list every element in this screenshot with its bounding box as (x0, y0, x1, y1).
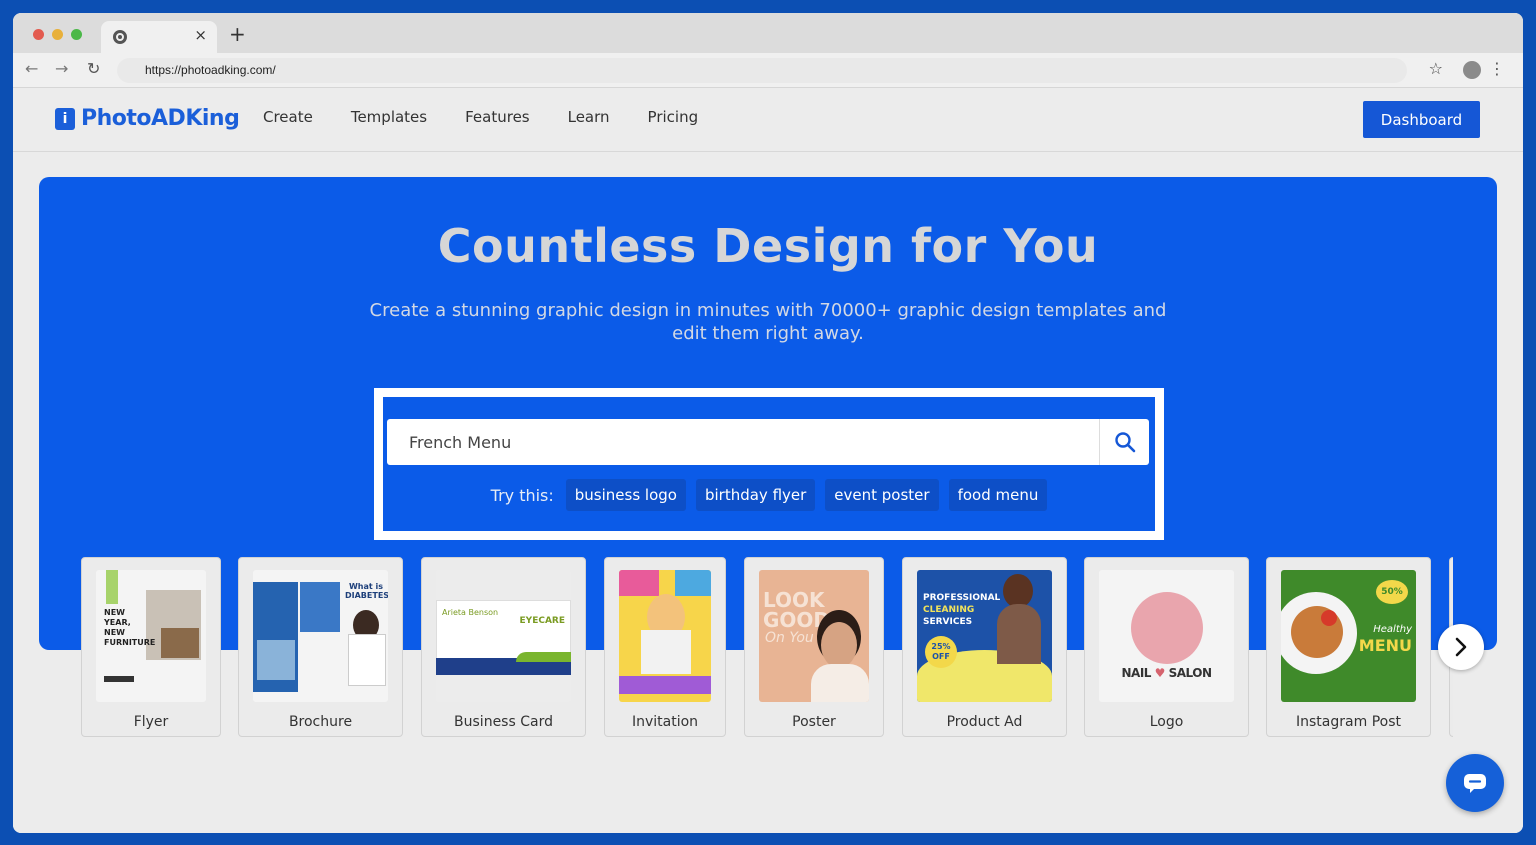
category-card-brochure[interactable]: What is DIABETES? Brochure (238, 557, 403, 737)
instagram-post-thumbnail: 50% Healthy MENU (1281, 570, 1416, 702)
category-label-brochure: Brochure (288, 714, 353, 730)
instagram-thumb-text-3: MENU (1358, 636, 1412, 655)
search-button[interactable] (1099, 419, 1149, 465)
chat-button[interactable] (1446, 754, 1504, 812)
chevron-right-icon (1455, 637, 1467, 657)
maximize-window-button[interactable] (71, 29, 82, 40)
product-ad-thumb-text-4: 25% (931, 642, 951, 651)
hero-subtitle: Create a stunning graphic design in minu… (369, 300, 1167, 344)
brochure-thumbnail: What is DIABETES? (253, 570, 388, 702)
category-card-invitation[interactable]: Invitation (604, 557, 726, 737)
flyer-thumb-text-2: YEAR, (104, 618, 131, 627)
chip-food-menu[interactable]: food menu (948, 479, 1048, 511)
flyer-thumb-text-4: FURNITURE (104, 638, 156, 647)
try-this-label: Try this: (490, 485, 554, 505)
main-nav: Create Templates Features Learn Pricing (263, 108, 698, 126)
chip-birthday-flyer[interactable]: birthday flyer (695, 479, 816, 511)
category-card-product-ad[interactable]: PROFESSIONAL CLEANING SERVICES 25% OFF P… (902, 557, 1067, 737)
profile-avatar-icon[interactable] (1463, 61, 1481, 79)
category-label-flyer: Flyer (133, 714, 169, 730)
browser-menu-icon[interactable]: ⋮ (1489, 59, 1505, 78)
category-card-instagram-post[interactable]: 50% Healthy MENU Instagram Post (1266, 557, 1431, 737)
product-ad-thumb-text-2: CLEANING (923, 605, 975, 615)
poster-thumb-text-3: On You (765, 630, 814, 646)
logo-thumb-text-2: SALON (1168, 666, 1212, 680)
category-label-product-ad: Product Ad (946, 714, 1023, 730)
product-ad-thumbnail: PROFESSIONAL CLEANING SERVICES 25% OFF (917, 570, 1052, 702)
category-card-logo[interactable]: NAIL ♥ SALON Logo (1084, 557, 1249, 737)
product-ad-thumb-text-5: OFF (932, 652, 950, 661)
logo-thumbnail: NAIL ♥ SALON (1099, 570, 1234, 702)
category-label-instagram-post: Instagram Post (1296, 714, 1401, 730)
category-label-business-card: Business Card (454, 714, 553, 730)
search-box (387, 419, 1149, 465)
chip-event-poster[interactable]: event poster (825, 479, 939, 511)
nav-pricing[interactable]: Pricing (648, 108, 699, 126)
minimize-window-button[interactable] (52, 29, 63, 40)
category-card-business-card[interactable]: Arieta Benson EYECARE Business Card (421, 557, 586, 737)
business-card-thumb-brand: EYECARE (519, 616, 565, 626)
nav-features[interactable]: Features (465, 108, 530, 126)
nav-create[interactable]: Create (263, 108, 313, 126)
category-label-poster: Poster (792, 714, 836, 730)
search-input[interactable] (387, 419, 1097, 465)
forward-arrow-icon[interactable]: → (55, 59, 68, 78)
instagram-thumb-text-2: Healthy (1373, 624, 1412, 635)
url-field[interactable]: https://photoadking.com/ (117, 58, 1407, 83)
product-ad-thumb-text-1: PROFESSIONAL (923, 593, 1001, 603)
search-icon (1114, 432, 1135, 453)
logo-text: PhotoADKing (81, 106, 240, 131)
search-panel: Try this: business logo birthday flyer e… (374, 388, 1164, 540)
poster-thumb-text-1: LOOK (763, 588, 825, 612)
browser-tab[interactable]: × (101, 21, 217, 53)
category-carousel: NEW YEAR, NEW FURNITURE Flyer What is DI… (81, 557, 1453, 737)
hero-title: Countless Design for You (437, 219, 1099, 273)
instagram-thumb-text-1: 50% (1376, 580, 1408, 604)
product-ad-thumb-text-3: SERVICES (923, 617, 973, 627)
chat-bubble-icon (1464, 774, 1486, 793)
browser-window: × + ← → ↻ https://photoadking.com/ ☆ ⋮ i… (13, 13, 1523, 833)
category-card-flyer[interactable]: NEW YEAR, NEW FURNITURE Flyer (81, 557, 221, 737)
logo-thumb-text-1: NAIL (1121, 666, 1152, 680)
carousel-next-button[interactable] (1438, 624, 1484, 670)
tab-bar: × + (13, 13, 1523, 53)
category-label-invitation: Invitation (631, 714, 699, 730)
back-arrow-icon[interactable]: ← (25, 59, 38, 78)
chrome-icon (113, 30, 127, 44)
new-tab-button[interactable]: + (229, 22, 246, 46)
poster-thumbnail: LOOK GOOD On You (759, 570, 869, 702)
category-card-poster[interactable]: LOOK GOOD On You Poster (744, 557, 884, 737)
flyer-thumb-text-1: NEW (104, 608, 125, 617)
suggestion-row: Try this: business logo birthday flyer e… (383, 479, 1155, 511)
close-window-button[interactable] (33, 29, 44, 40)
business-card-thumb-name: Arieta Benson (442, 608, 499, 617)
nav-learn[interactable]: Learn (568, 108, 610, 126)
logo-icon: i (55, 107, 75, 130)
chip-business-logo[interactable]: business logo (565, 479, 686, 511)
page-content: Countless Design for You Create a stunni… (13, 152, 1523, 833)
brochure-thumb-text-1: What is (348, 582, 384, 591)
reload-icon[interactable]: ↻ (87, 59, 100, 78)
category-label-logo: Logo (1149, 714, 1184, 730)
address-bar: ← → ↻ https://photoadking.com/ ☆ ⋮ (13, 53, 1523, 88)
dashboard-button[interactable]: Dashboard (1363, 101, 1480, 138)
bookmark-star-icon[interactable]: ☆ (1429, 59, 1443, 78)
flyer-thumbnail: NEW YEAR, NEW FURNITURE (96, 570, 206, 702)
invitation-thumbnail (619, 570, 711, 702)
site-logo[interactable]: i PhotoADKing (55, 106, 240, 131)
business-card-thumbnail: Arieta Benson EYECARE (436, 570, 571, 702)
nav-templates[interactable]: Templates (351, 108, 427, 126)
site-header: i PhotoADKing Create Templates Features … (13, 88, 1523, 152)
close-tab-icon[interactable]: × (194, 26, 207, 44)
brochure-thumb-text-2: DIABETES? (345, 591, 388, 600)
flyer-thumb-text-3: NEW (104, 628, 125, 637)
